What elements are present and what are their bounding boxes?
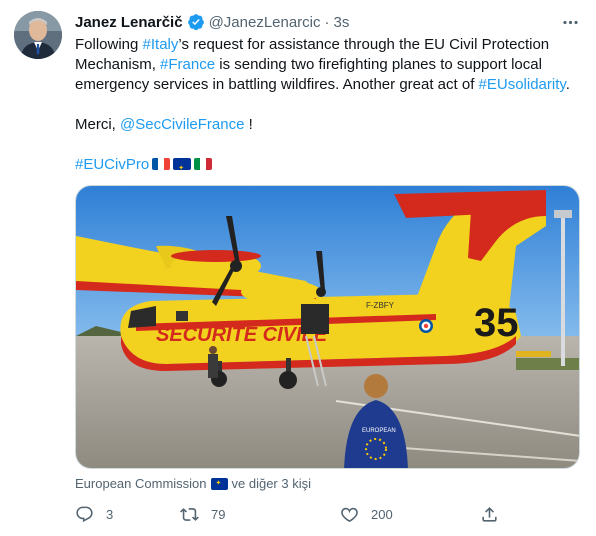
tweet-text: Following #Italy’s request for assistanc…: [75, 35, 580, 175]
like-count: 200: [371, 506, 393, 522]
text-segment: !: [244, 116, 253, 133]
hashtag-italy[interactable]: #Italy: [143, 36, 179, 53]
social-context[interactable]: European Commission ve diğer 3 kişi: [75, 476, 311, 491]
reply-icon: [76, 506, 93, 522]
hashtag-eusolidarity[interactable]: #EUsolidarity: [479, 76, 566, 93]
avatar-image: [14, 11, 62, 59]
tweet-paragraph-3: #EUCivPro: [75, 155, 580, 175]
share-icon: [482, 506, 497, 522]
reply-count: 3: [106, 506, 114, 522]
tweet-photo[interactable]: SECURITE CIVILE F-ZBFY 35 EUROPEAN: [75, 185, 580, 469]
tweet[interactable]: Janez Lenarčič @JanezLenarcic · 3s Follo…: [0, 0, 596, 536]
more-icon[interactable]: [560, 12, 580, 32]
verified-badge-icon: [187, 14, 204, 31]
tweet-paragraph-2: Merci, @SecCivileFrance !: [75, 115, 580, 135]
photo-firefighting-plane: SECURITE CIVILE F-ZBFY 35 EUROPEAN: [76, 186, 579, 468]
eu-flag-icon: [173, 158, 192, 170]
author-handle[interactable]: @JanezLenarcic: [209, 14, 321, 31]
retweet-button[interactable]: 79: [180, 502, 225, 526]
action-bar: 3 79 200: [75, 502, 505, 526]
timestamp[interactable]: 3s: [334, 14, 350, 31]
france-flag-icon: [152, 158, 171, 170]
like-icon: [341, 507, 358, 522]
vest-text: EUROPEAN: [362, 428, 396, 434]
display-name[interactable]: Janez Lenarčič: [75, 14, 183, 31]
hashtag-eucivpro[interactable]: #EUCivPro: [75, 156, 149, 173]
reply-button[interactable]: 3: [75, 502, 113, 526]
share-button[interactable]: [480, 502, 511, 526]
avatar[interactable]: [14, 11, 62, 59]
liked-by-rest: ve diğer 3 kişi: [231, 476, 311, 491]
tweet-header: Janez Lenarčič @JanezLenarcic · 3s: [75, 12, 349, 32]
italy-flag-icon: [194, 158, 213, 170]
like-button[interactable]: 200: [340, 502, 393, 526]
text-segment: Merci,: [75, 116, 120, 133]
eu-flag-icon: [210, 477, 228, 490]
hashtag-france[interactable]: #France: [160, 56, 215, 73]
text-segment: Following: [75, 36, 143, 53]
tweet-paragraph-1: Following #Italy’s request for assistanc…: [75, 35, 580, 95]
liked-by-account[interactable]: European Commission: [75, 476, 207, 491]
plane-registration: F-ZBFY: [366, 301, 395, 310]
plane-number: 35: [474, 301, 519, 345]
retweet-count: 79: [211, 506, 226, 522]
text-segment: .: [565, 76, 570, 93]
mention-seccivilefrance[interactable]: @SecCivileFrance: [120, 116, 244, 133]
separator: ·: [324, 13, 330, 31]
retweet-icon: [180, 507, 199, 521]
more-icon-glyph: [562, 20, 578, 24]
